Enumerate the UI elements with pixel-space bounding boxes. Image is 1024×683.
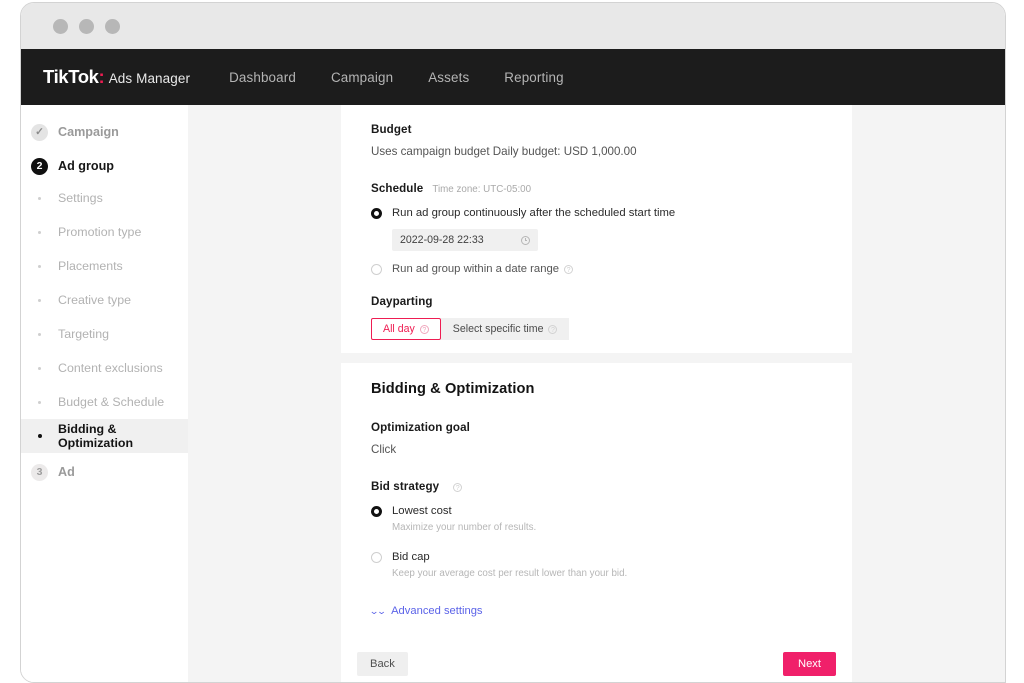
optimization-goal-value: Click [371,443,397,456]
sidebar-item-label: Targeting [58,327,109,341]
sidebar-item-budget-schedule[interactable]: Budget & Schedule [21,385,188,419]
sidebar-item-bidding-optimization[interactable]: Bidding & Optimization [21,419,188,453]
help-icon[interactable]: ? [564,264,574,274]
bid-strategy-heading-row: Bid strategy ? [371,480,822,493]
sidebar-step-ad[interactable]: 3 Ad [21,457,188,487]
radio-icon [371,551,382,563]
help-icon[interactable]: ? [548,324,558,334]
bid-strategy-label: Bid strategy [371,480,440,493]
nav-links: Dashboard Campaign Assets Reporting [229,70,564,85]
bullet-icon [31,400,48,404]
radio-bid-cap[interactable]: Bid cap [371,551,822,563]
timezone-note: Time zone: UTC-05:00 [432,184,532,195]
schedule-heading-row: Schedule Time zone: UTC-05:00 [371,182,822,195]
sidebar-item-label: Settings [58,191,103,205]
sidebar-item-creative-type[interactable]: Creative type [21,283,188,317]
help-icon[interactable]: ? [453,483,463,492]
sidebar-item-label: Content exclusions [58,361,163,375]
wizard-sidebar: ✓ Campaign 2 Ad group Settings Promotion… [21,105,188,682]
sidebar-item-label: Bidding & Optimization [58,422,134,450]
nav-link-assets[interactable]: Assets [428,70,469,85]
next-button[interactable]: Next [782,652,836,676]
top-navigation-bar: TikTok: Ads Manager Dashboard Campaign As… [21,49,1005,105]
sidebar-item-label: Budget & Schedule [58,395,165,409]
brand-product-name: Ads Manager [108,71,191,86]
dayparting-option-specific-time-label: Select specific time [452,323,544,335]
bullet-icon [31,366,48,370]
sidebar-item-promotion-type[interactable]: Promotion type [21,215,188,249]
help-icon[interactable]: ? [419,324,429,334]
minimize-window-icon[interactable] [79,19,94,34]
bidding-optimization-card: Bidding & Optimization Optimization goal… [341,363,852,682]
page-body: ✓ Campaign 2 Ad group Settings Promotion… [21,105,1005,682]
radio-icon [371,207,382,219]
close-window-icon[interactable] [53,19,68,34]
radio-bid-cap-label: Bid cap [392,551,430,563]
step-number-badge: 3 [31,463,48,481]
maximize-window-icon[interactable] [105,19,120,34]
sidebar-item-label: Promotion type [58,225,142,239]
dayparting-segmented-control: All day ? Select specific time ? [371,318,822,340]
budget-value: Uses campaign budget Daily budget: USD 1… [371,145,637,158]
chevron-double-down-icon: ⌄⌄ [369,605,387,616]
sidebar-item-settings[interactable]: Settings [21,181,188,215]
radio-date-range-label: Run ad group within a date range [392,263,560,275]
nav-link-reporting[interactable]: Reporting [504,70,563,85]
schedule-label: Schedule [371,182,424,195]
traffic-light-buttons [53,19,120,34]
bullet-icon [31,230,48,234]
browser-window: TikTok: Ads Manager Dashboard Campaign As… [20,2,1006,683]
wizard-footer-card: Back Next [341,640,852,682]
sidebar-step-campaign-label: Campaign [58,125,119,139]
sidebar-item-placements[interactable]: Placements [21,249,188,283]
wizard-footer-bar: Back Next [341,640,852,682]
check-icon: ✓ [31,123,48,141]
sidebar-step-campaign[interactable]: ✓ Campaign [21,117,188,147]
bullet-icon [31,264,48,268]
sidebar-item-content-exclusions[interactable]: Content exclusions [21,351,188,385]
budget-label: Budget [371,123,412,136]
radio-lowest-cost[interactable]: Lowest cost [371,505,822,517]
sidebar-step-ad-group-label: Ad group [58,159,114,173]
clock-icon[interactable] [521,235,530,245]
radio-lowest-cost-label: Lowest cost [392,505,452,517]
radio-run-continuously[interactable]: Run ad group continuously after the sche… [371,207,822,219]
start-datetime-input[interactable]: 2022-09-28 22:33 [392,229,538,251]
start-datetime-value: 2022-09-28 22:33 [400,234,484,246]
nav-link-campaign[interactable]: Campaign [331,70,393,85]
sidebar-item-label: Placements [58,259,123,273]
sidebar-item-label: Creative type [58,293,132,307]
step-number-badge: 2 [31,157,48,175]
brand-name: TikTok [43,66,99,87]
brand-logo[interactable]: TikTok: Ads Manager [43,66,190,88]
radio-bid-cap-description: Keep your average cost per result lower … [392,568,628,579]
dayparting-option-specific-time[interactable]: Select specific time ? [440,318,570,340]
nav-link-dashboard[interactable]: Dashboard [229,70,296,85]
radio-lowest-cost-description: Maximize your number of results. [392,522,537,533]
brand-colon: : [98,66,105,87]
dayparting-label: Dayparting [371,295,433,308]
advanced-settings-label: Advanced settings [391,605,483,617]
sidebar-step-ad-label: Ad [58,465,75,479]
dayparting-option-all-day-label: All day [383,323,415,335]
main-content: Budget Uses campaign budget Daily budget… [188,105,1005,682]
bullet-icon [31,196,48,200]
budget-schedule-card: Budget Uses campaign budget Daily budget… [341,105,852,353]
sidebar-item-targeting[interactable]: Targeting [21,317,188,351]
bullet-icon [31,332,48,336]
bullet-icon [31,434,48,438]
screenshot-root: TikTok: Ads Manager Dashboard Campaign As… [0,0,1024,683]
radio-icon [371,263,382,275]
bullet-icon [31,298,48,302]
dayparting-option-all-day[interactable]: All day ? [371,318,441,340]
sidebar-step-ad-group[interactable]: 2 Ad group [21,151,188,181]
radio-run-continuously-label: Run ad group continuously after the sche… [392,207,676,219]
radio-icon [371,505,382,517]
optimization-goal-label: Optimization goal [371,421,470,434]
radio-date-range[interactable]: Run ad group within a date range ? [371,263,822,275]
advanced-settings-link[interactable]: ⌄⌄ Advanced settings [369,605,822,617]
bidding-section-title: Bidding & Optimization [371,381,535,397]
window-titlebar [21,3,1005,49]
back-button[interactable]: Back [357,652,408,676]
